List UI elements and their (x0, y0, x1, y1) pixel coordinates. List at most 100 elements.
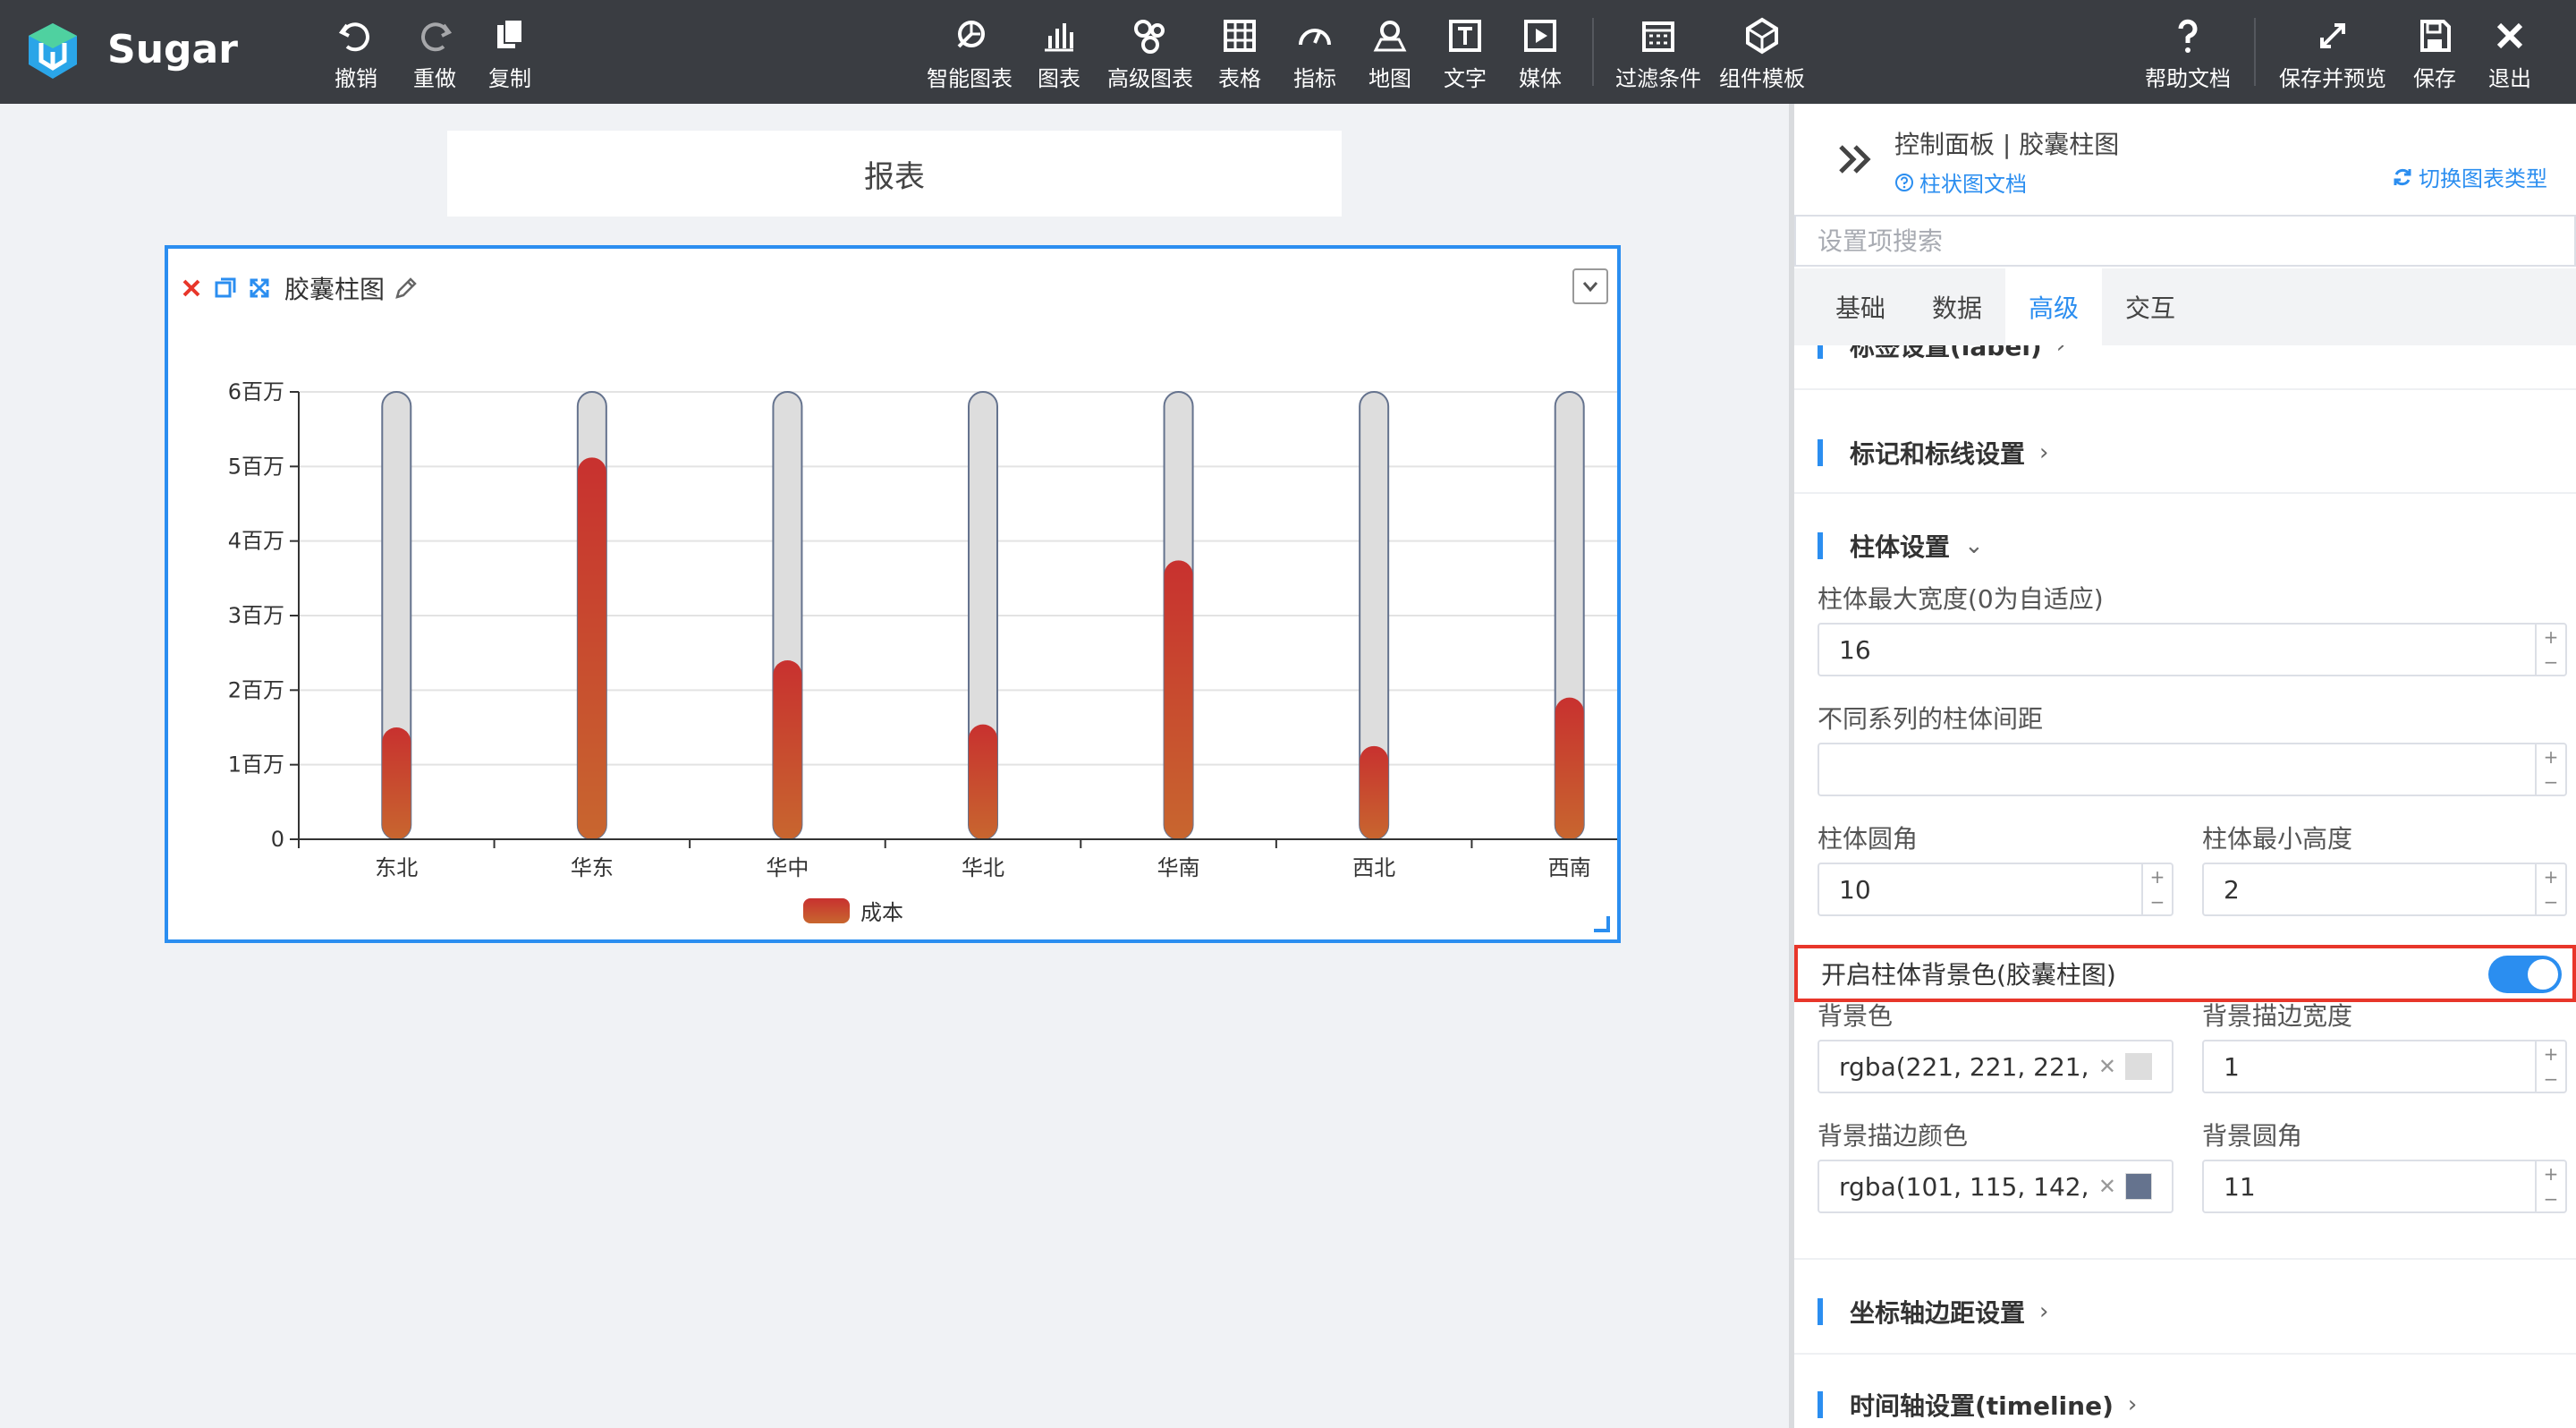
filter-icon (1642, 21, 1674, 52)
toolbar-divider (1592, 18, 1594, 86)
toolbar-text[interactable]: 文字 (1444, 16, 1487, 93)
y-tick-label: 2百万 (228, 677, 284, 702)
toolbar-media[interactable]: 媒体 (1519, 16, 1562, 93)
bg-border-width-label: 背景描边宽度 (2202, 1001, 2353, 1031)
panel-tabs: 基础 数据 高级 交互 (1794, 268, 2576, 345)
section-axis-margin[interactable]: 坐标轴边距设置 › (1818, 1294, 2048, 1330)
save-button[interactable]: 保存 (2413, 16, 2456, 93)
exit-button[interactable]: 退出 (2488, 16, 2531, 93)
bar-min-height-input[interactable]: 2 + − (2202, 863, 2567, 916)
table-icon (1224, 20, 1256, 52)
series-gap-input[interactable]: + − (1818, 743, 2567, 796)
report-title[interactable]: 报表 (447, 131, 1342, 217)
bar (773, 660, 802, 839)
toolbar-indicator[interactable]: 指标 (1293, 16, 1336, 93)
toolbar-smart-chart[interactable]: 智能图表 (927, 16, 1013, 93)
bar (577, 457, 606, 839)
chart-icon (1045, 23, 1073, 52)
divider (1794, 1353, 2576, 1355)
number-stepper[interactable]: + − (2535, 625, 2565, 675)
bg-toggle-switch[interactable] (2488, 956, 2562, 993)
x-tick-label: 东北 (375, 855, 418, 880)
x-tick-label: 华北 (962, 855, 1004, 880)
section-label-title: 标签设置(label) (1850, 345, 2042, 361)
refresh-icon (2394, 168, 2411, 185)
toolbar-template[interactable]: 组件模板 (1719, 16, 1805, 93)
chart-card[interactable]: 胶囊柱图 0 1百万 2百万 3百万 4百万 5百万 6百万 东北 华东 华中 华北 华南 西北 西南 成… (165, 245, 1621, 943)
gauge-icon (1299, 29, 1331, 46)
clear-icon[interactable]: ✕ (2098, 1174, 2116, 1199)
smart-chart-icon (957, 21, 985, 48)
resize-handle[interactable] (1594, 916, 1610, 932)
undo-button[interactable]: 撤销 (335, 16, 377, 93)
bg-color-input[interactable]: rgba(221, 221, 221, 0. ✕ (1818, 1040, 2174, 1093)
help-doc-button[interactable]: 帮助文档 (2145, 16, 2231, 93)
switch-chart-type-button[interactable]: 切换图表类型 (2392, 161, 2547, 192)
settings-search-input[interactable] (1794, 215, 2576, 267)
bg-border-width-input[interactable]: 1 + − (2202, 1040, 2567, 1093)
toolbar-divider-right (2254, 18, 2256, 86)
advanced-chart-icon (1134, 20, 1165, 54)
section-accent (1818, 439, 1823, 466)
section-markline[interactable]: 标记和标线设置 › (1818, 435, 2048, 471)
save-icon (2420, 20, 2451, 52)
legend-swatch (803, 898, 850, 923)
y-tick-label: 3百万 (228, 603, 284, 628)
redo-button[interactable]: 重做 (413, 16, 456, 93)
bg-color-swatch[interactable] (2125, 1053, 2152, 1080)
section-bar[interactable]: 柱体设置 ⌄ (1818, 528, 1984, 564)
section-timeline[interactable]: 时间轴设置(timeline) › (1818, 1387, 2137, 1423)
toolbar-chart[interactable]: 图表 (1038, 16, 1080, 93)
sugar-logo-icon (29, 23, 77, 79)
section-accent (1818, 345, 1823, 359)
number-stepper[interactable]: + − (2141, 864, 2172, 914)
report-title-text: 报表 (864, 158, 925, 195)
toolbar-filter[interactable]: 过滤条件 (1615, 16, 1701, 93)
chart-legend[interactable]: 成本 (803, 898, 903, 925)
bg-radius-input[interactable]: 11 + − (2202, 1160, 2567, 1213)
undo-icon (338, 22, 369, 52)
chevron-down-icon: ⌄ (1964, 532, 1984, 559)
expand-icon (2320, 23, 2345, 48)
bg-color-label: 背景色 (1818, 1001, 1894, 1031)
bar-max-width-input[interactable]: 16 + − (1818, 623, 2567, 676)
tab-basic[interactable]: 基础 (1812, 268, 1909, 345)
x-tick-label: 华中 (766, 855, 809, 880)
section-label[interactable]: 标签设置(label) › (1818, 345, 2065, 363)
bar (1555, 697, 1584, 839)
chart-grid (299, 391, 1617, 766)
bar (1164, 560, 1193, 839)
brand-name: Sugar (107, 27, 238, 72)
series-gap-label: 不同系列的柱体间距 (1818, 704, 2044, 734)
number-stepper[interactable]: + − (2535, 1161, 2565, 1211)
divider (1794, 492, 2576, 494)
x-tick-label: 西南 (1548, 855, 1591, 880)
x-tick-label: 西北 (1352, 855, 1395, 880)
clear-icon[interactable]: ✕ (2098, 1054, 2116, 1079)
save-preview-button[interactable]: 保存并预览 (2279, 16, 2386, 93)
tab-data[interactable]: 数据 (1909, 268, 2005, 345)
collapse-panel-icon[interactable] (1835, 140, 1875, 179)
chevron-right-icon: › (2055, 345, 2066, 359)
bar-chart-doc-link[interactable]: 柱状图文档 (1894, 166, 2027, 198)
chevron-right-icon: › (2127, 1391, 2138, 1418)
tab-interaction[interactable]: 交互 (2102, 268, 2199, 345)
copy-button[interactable]: 复制 (488, 16, 531, 93)
bg-border-color-input[interactable]: rgba(101, 115, 142, 1) ✕ (1818, 1160, 2174, 1213)
bar-radius-input[interactable]: 10 + − (1818, 863, 2174, 916)
map-icon (1373, 21, 1407, 52)
bg-border-color-swatch[interactable] (2125, 1173, 2152, 1200)
toolbar-table[interactable]: 表格 (1218, 16, 1261, 93)
bar (969, 724, 997, 839)
tab-advanced[interactable]: 高级 (2005, 268, 2103, 345)
top-toolbar: Sugar 撤销 重做 复制 智能图表 图表 高级图表 表格 指标 地图 文字 (0, 0, 2576, 104)
number-stepper[interactable]: + − (2535, 1041, 2565, 1092)
number-stepper[interactable]: + − (2535, 864, 2565, 914)
toolbar-map[interactable]: 地图 (1368, 16, 1411, 93)
y-tick-label: 0 (271, 827, 284, 852)
bar (382, 727, 411, 839)
toolbar-advanced-chart[interactable]: 高级图表 (1107, 16, 1193, 93)
divider (1794, 1258, 2576, 1260)
bar-min-height-label: 柱体最小高度 (2202, 824, 2353, 854)
number-stepper[interactable]: + − (2535, 744, 2565, 795)
